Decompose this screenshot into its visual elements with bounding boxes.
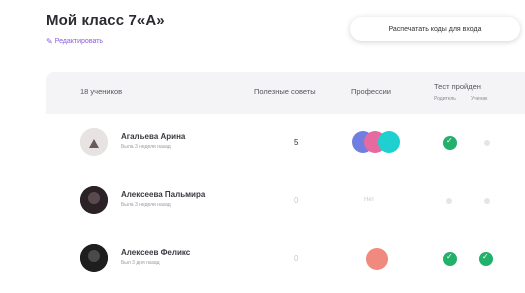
student-name[interactable]: Агальева Арина xyxy=(121,132,185,141)
test-student-check-icon xyxy=(479,252,493,266)
column-points: Полезные советы xyxy=(254,87,316,96)
student-name[interactable]: Алексеев Феликс xyxy=(121,248,190,257)
student-last-seen: Была 3 недели назад xyxy=(121,202,171,208)
table-row[interactable]: Алексеева Пальмира Была 3 недели назад 0… xyxy=(46,172,525,231)
test-parent-empty-icon xyxy=(446,198,452,204)
column-test: Тест пройден xyxy=(434,82,481,91)
avatar-icon xyxy=(80,128,108,156)
table-row[interactable]: Агальева Арина Была 3 недели назад 5 xyxy=(46,114,525,173)
avatar-icon xyxy=(80,186,108,214)
test-parent-check-icon xyxy=(443,136,457,150)
points-value: 0 xyxy=(294,196,299,205)
table-header: 18 учеников Полезные советы Профессии Те… xyxy=(46,72,525,114)
table-row[interactable]: Алексеев Феликс Был 3 дня назад 0 xyxy=(46,230,525,288)
avatar xyxy=(80,186,108,214)
page-title: Мой класс 7«А» xyxy=(46,12,165,29)
points-value: 0 xyxy=(294,254,299,263)
column-profession: Профессии xyxy=(351,87,391,96)
profession-icon xyxy=(366,248,388,270)
column-test-parent: Родитель xyxy=(434,96,456,102)
student-name[interactable]: Алексеева Пальмира xyxy=(121,190,205,199)
edit-label: Редактировать xyxy=(54,38,104,45)
test-student-empty-icon xyxy=(484,198,490,204)
avatar xyxy=(80,128,108,156)
students-count: 18 учеников xyxy=(80,87,123,96)
avatar xyxy=(80,244,108,272)
print-codes-button[interactable]: Распечатать коды для входа xyxy=(350,17,520,41)
edit-class-link[interactable]: ✎ Редактировать xyxy=(46,37,103,46)
profession-icon xyxy=(378,131,400,153)
column-test-student: Ученик xyxy=(471,96,488,102)
avatar-icon xyxy=(80,244,108,272)
student-last-seen: Был 3 дня назад xyxy=(121,260,160,266)
pencil-icon: ✎ xyxy=(46,37,53,46)
points-value: 5 xyxy=(294,138,299,147)
test-parent-check-icon xyxy=(443,252,457,266)
profession-none: Нет xyxy=(364,197,375,203)
student-last-seen: Была 3 недели назад xyxy=(121,144,171,150)
test-student-empty-icon xyxy=(484,140,490,146)
